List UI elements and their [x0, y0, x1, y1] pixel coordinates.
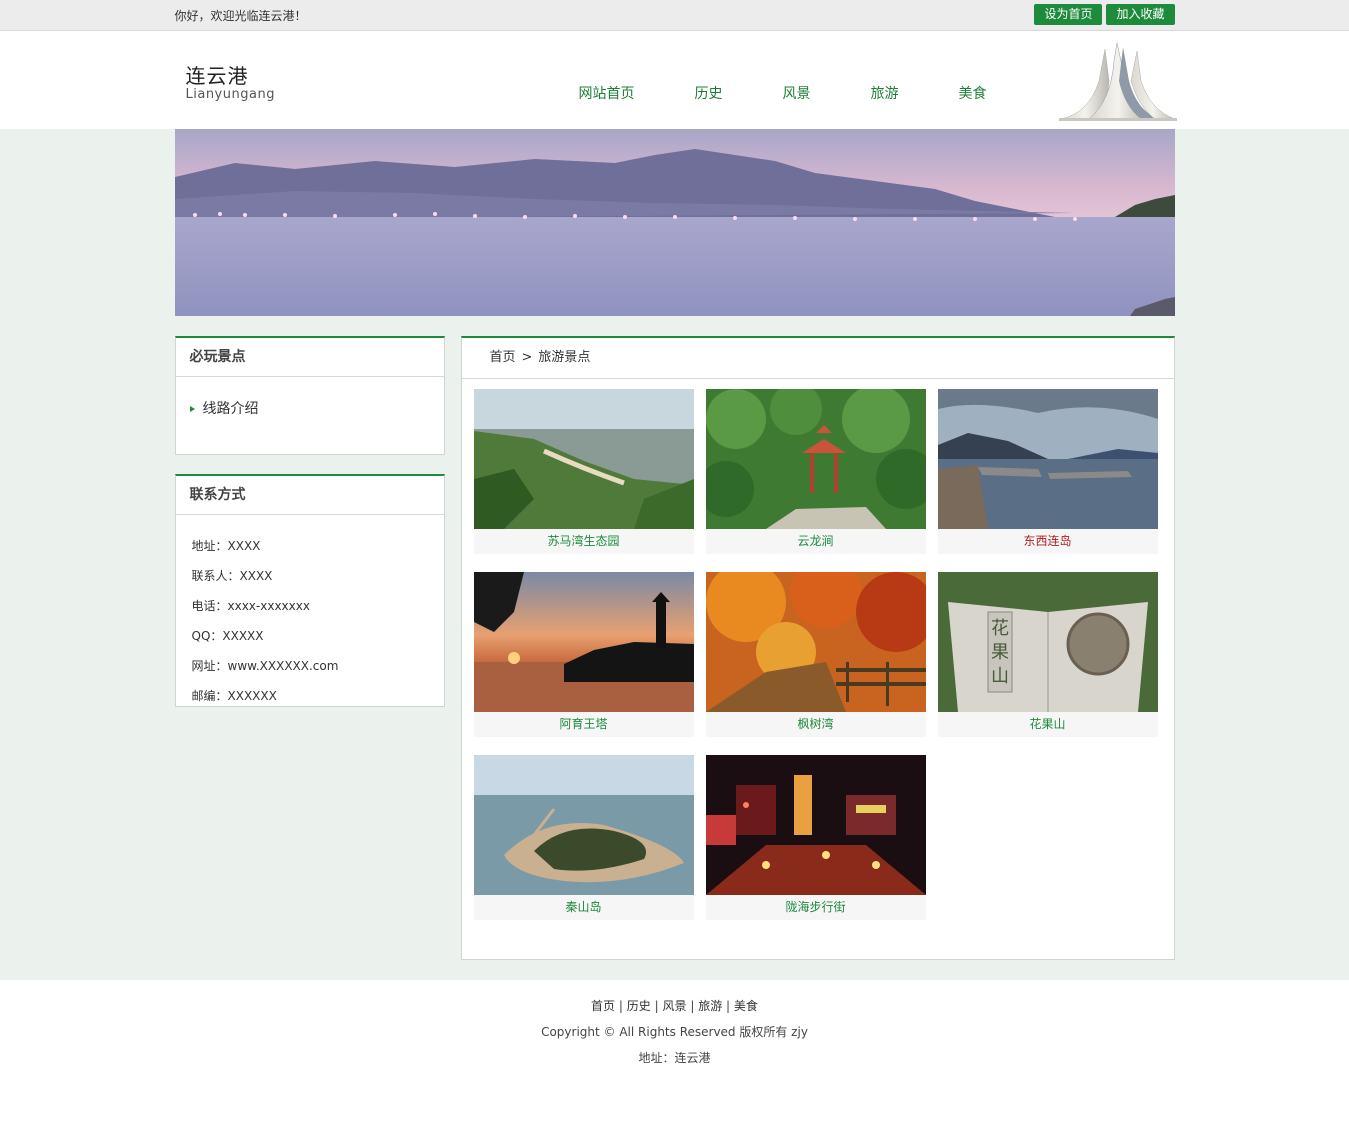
spot-card[interactable]: 秦山岛 [473, 755, 694, 920]
spots-panel: 首页 > 旅游景点 苏马湾生态园 云龙涧 东西连岛 阿育王塔 枫树湾 花 果 山… [460, 336, 1175, 960]
nav-history[interactable]: 历史 [695, 83, 783, 103]
sidebar: 必玩景点 线路介绍 联系方式 地址：XXXX 联系人：XXXX 电话：xxxx-… [174, 336, 445, 707]
contact-postcode: 邮编：XXXXXX [191, 689, 277, 703]
contact-website: 网址：www.XXXXXX.com [191, 659, 339, 673]
spot-name: 枫树湾 [797, 717, 834, 731]
footer-separator: | [618, 999, 623, 1013]
breadcrumb: 首页 > 旅游景点 [461, 338, 1174, 379]
nav-tourism[interactable]: 旅游 [871, 83, 959, 103]
footer-links: 首页 | 历史 | 风景 | 旅游 | 美食 [0, 998, 1349, 1014]
contact-phone: 电话：xxxx-xxxxxxx [191, 599, 310, 613]
spot-photo-yunlongjian [705, 389, 926, 529]
spot-name: 陇海步行街 [785, 900, 846, 914]
spot-photo-qinshan-island [473, 755, 694, 895]
footer-address: 地址：连云港 [638, 1051, 711, 1065]
spot-card[interactable]: 陇海步行街 [705, 755, 926, 920]
contact-box: 联系方式 地址：XXXX 联系人：XXXX 电话：xxxx-xxxxxxx QQ… [174, 474, 445, 707]
contact-address: 地址：XXXX [191, 539, 261, 553]
footer: 首页 | 历史 | 风景 | 旅游 | 美食 Copyright © All R… [0, 980, 1349, 1066]
spot-name: 阿育王塔 [559, 717, 608, 731]
contact-title: 联系方式 [175, 476, 444, 515]
main-nav: 网站首页 历史 风景 旅游 美食 [579, 83, 999, 103]
spot-card[interactable]: 苏马湾生态园 [473, 389, 694, 554]
svg-text:山: 山 [991, 666, 1009, 687]
footer-separator: | [690, 999, 695, 1013]
content-area: 必玩景点 线路介绍 联系方式 地址：XXXX 联系人：XXXX 电话：xxxx-… [174, 336, 1175, 960]
spot-photo-sumawan [473, 389, 694, 529]
footer-link-scenery[interactable]: 风景 [662, 999, 686, 1013]
set-home-button[interactable]: 设为首页 [1034, 4, 1103, 25]
svg-text:花: 花 [991, 618, 1009, 639]
contact-qq: QQ：XXXXX [191, 629, 264, 643]
spot-card[interactable]: 花 果 山 花果山 [937, 572, 1158, 737]
site-logo[interactable]: 连云港 Lianyungang [186, 64, 275, 102]
footer-separator: | [726, 999, 731, 1013]
logo-english: Lianyungang [185, 87, 275, 102]
spot-photo-huaguoshan: 花 果 山 [937, 572, 1158, 712]
must-see-box: 必玩景点 线路介绍 [174, 336, 445, 455]
add-favorite-button[interactable]: 加入收藏 [1106, 4, 1175, 25]
footer-link-food[interactable]: 美食 [734, 999, 758, 1013]
footer-copyright: Copyright © All Rights Reserved 版权所有 zjy [541, 1025, 808, 1039]
spot-name: 苏马湾生态园 [547, 534, 620, 548]
footer-link-history[interactable]: 历史 [627, 999, 651, 1013]
spot-photo-ayuwang-pagoda [473, 572, 694, 712]
spot-card[interactable]: 枫树湾 [705, 572, 926, 737]
footer-link-tourism[interactable]: 旅游 [698, 999, 722, 1013]
spot-name: 秦山岛 [565, 900, 602, 914]
spot-photo-fengshuwan [705, 572, 926, 712]
nav-food[interactable]: 美食 [959, 83, 999, 103]
breadcrumb-separator: > [521, 350, 533, 365]
footer-separator: | [654, 999, 659, 1013]
nav-home[interactable]: 网站首页 [579, 83, 695, 103]
welcome-text: 你好，欢迎光临连云港！ [174, 9, 307, 23]
monument-image [1058, 42, 1177, 121]
nav-scenery[interactable]: 风景 [783, 83, 871, 103]
top-bar: 你好，欢迎光临连云港！ 设为首页 加入收藏 [0, 0, 1349, 31]
harbor-banner-image [174, 129, 1175, 316]
spot-card[interactable]: 阿育王塔 [473, 572, 694, 737]
spot-name: 东西连岛 [1023, 534, 1072, 548]
svg-text:果: 果 [991, 642, 1009, 663]
contact-list: 地址：XXXX 联系人：XXXX 电话：xxxx-xxxxxxx QQ：XXXX… [176, 515, 444, 711]
breadcrumb-home[interactable]: 首页 [490, 350, 516, 365]
spot-photo-dongxilian-island [937, 389, 1158, 529]
main-area: 必玩景点 线路介绍 联系方式 地址：XXXX 联系人：XXXX 电话：xxxx-… [0, 129, 1349, 980]
route-intro-label: 线路介绍 [202, 401, 259, 417]
top-bar-actions: 设为首页 加入收藏 [1034, 4, 1175, 25]
spot-photo-longhai-street [705, 755, 926, 895]
spot-card[interactable]: 云龙涧 [705, 389, 926, 554]
logo-chinese: 连云港 [185, 64, 249, 88]
contact-person: 联系人：XXXX [191, 569, 273, 583]
breadcrumb-current: 旅游景点 [538, 350, 591, 365]
bullet-arrow-icon [189, 406, 195, 412]
spot-name: 花果山 [1029, 717, 1066, 731]
spot-card[interactable]: 东西连岛 [937, 389, 1158, 554]
footer-link-home[interactable]: 首页 [591, 999, 615, 1013]
header: 连云港 Lianyungang 网站首页 历史 风景 旅游 美食 [0, 31, 1349, 129]
route-intro-link[interactable]: 线路介绍 [176, 377, 444, 418]
must-see-title: 必玩景点 [175, 338, 444, 377]
spot-name: 云龙涧 [797, 534, 834, 548]
